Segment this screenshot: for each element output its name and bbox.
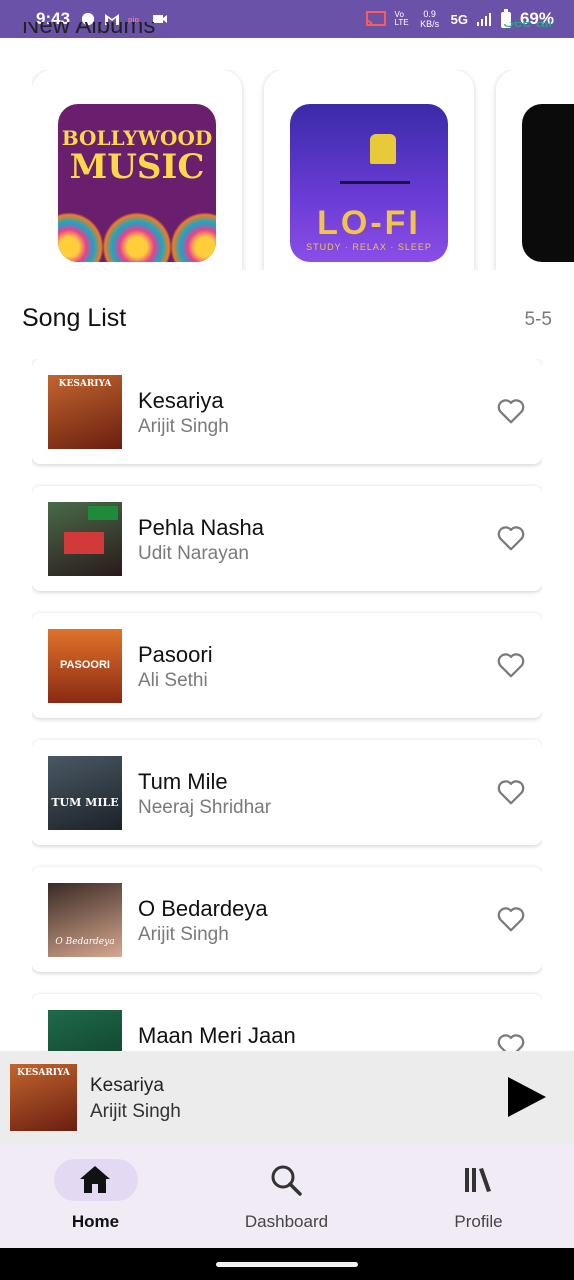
- nav-label-profile: Profile: [454, 1212, 503, 1231]
- song-list[interactable]: KESARIYA Kesariya Arijit Singh Pehla Nas…: [32, 359, 542, 1051]
- bottom-navigation: Home Dashboard Profile: [0, 1144, 574, 1248]
- favorite-heart-icon[interactable]: [496, 905, 526, 933]
- home-icon[interactable]: [77, 1162, 113, 1198]
- song-cover: TUM MILE: [48, 756, 122, 830]
- song-title: Maan Meri Jaan: [138, 1023, 296, 1048]
- song-artist: Ali Sethi: [138, 670, 208, 691]
- signal-icon: [476, 13, 491, 26]
- mandala-pattern-right: [170, 212, 216, 262]
- favorite-heart-icon[interactable]: [496, 778, 526, 806]
- dark-album-art: [522, 104, 574, 262]
- song-cover: KESARIYA: [48, 375, 122, 449]
- album-card-lofi[interactable]: LO-FI STUDY · RELAX · SLEEP: [264, 70, 474, 270]
- mini-player-cover: KESARIYA: [10, 1064, 77, 1131]
- play-icon[interactable]: [506, 1075, 548, 1119]
- mandala-pattern-left: [58, 212, 104, 262]
- mini-player-title: Kesariya: [90, 1075, 164, 1096]
- home-gesture-bar[interactable]: [216, 1262, 358, 1267]
- song-item[interactable]: Maan Meri Jaan: [32, 994, 542, 1051]
- nav-label-dashboard: Dashboard: [244, 1212, 329, 1231]
- song-artist: Neeraj Shridhar: [138, 797, 272, 818]
- albums-section-title: New Albums: [22, 22, 156, 39]
- mandala-pattern: [102, 212, 172, 262]
- song-item[interactable]: PASOORI Pasoori Ali Sethi: [32, 613, 542, 718]
- network-speed: 0.9 KB/s: [420, 9, 440, 29]
- song-cover: O Bedardeya: [48, 883, 122, 957]
- albums-see-all[interactable]: See all: [503, 22, 552, 40]
- song-list-count: 5-5: [524, 309, 552, 330]
- cast-icon: [365, 11, 386, 27]
- song-cover: [48, 1010, 122, 1051]
- nav-home[interactable]: Home: [0, 1144, 191, 1248]
- song-title: Pasoori: [138, 642, 213, 667]
- song-title: O Bedardeya: [138, 896, 268, 921]
- album-card-bollywood[interactable]: BOLLYWOOD MUSIC: [32, 70, 242, 270]
- song-artist: Arijit Singh: [138, 924, 229, 945]
- lofi-person: [370, 134, 396, 164]
- albums-carousel[interactable]: BOLLYWOOD MUSIC LO-FI STUDY · RELAX · SL…: [32, 70, 574, 270]
- album-cover-line2: MUSIC: [69, 147, 205, 187]
- song-item[interactable]: TUM MILE Tum Mile Neeraj Shridhar: [32, 740, 542, 845]
- song-item[interactable]: Pehla Nasha Udit Narayan: [32, 486, 542, 591]
- favorite-heart-icon[interactable]: [496, 524, 526, 552]
- album-cover-title: LO-FI: [317, 204, 421, 242]
- song-item[interactable]: KESARIYA Kesariya Arijit Singh: [32, 359, 542, 464]
- network-type: 5G: [450, 11, 468, 27]
- song-title: Tum Mile: [138, 769, 228, 794]
- mini-player-artist: Arijit Singh: [90, 1101, 181, 1122]
- search-icon[interactable]: [268, 1162, 304, 1198]
- favorite-heart-icon[interactable]: [496, 651, 526, 679]
- album-card-dark[interactable]: [496, 70, 574, 270]
- favorite-heart-icon[interactable]: [496, 397, 526, 425]
- song-artist: Arijit Singh: [138, 416, 229, 437]
- song-list-title: Song List: [22, 304, 127, 332]
- mini-player[interactable]: KESARIYA Kesariya Arijit Singh: [0, 1051, 574, 1144]
- song-artist: Udit Narayan: [138, 543, 249, 564]
- library-icon[interactable]: [460, 1162, 496, 1198]
- lofi-album-art: LO-FI STUDY · RELAX · SLEEP: [290, 104, 448, 262]
- nav-label-home: Home: [71, 1212, 120, 1231]
- nav-dashboard[interactable]: Dashboard: [191, 1144, 382, 1248]
- volte-icon: Vo LTE: [394, 10, 409, 27]
- song-title: Kesariya: [138, 388, 224, 413]
- song-cover: [48, 502, 122, 576]
- system-navigation-bar: [0, 1248, 574, 1280]
- nav-profile[interactable]: Profile: [383, 1144, 574, 1248]
- favorite-heart-icon[interactable]: [496, 1032, 526, 1051]
- album-cover-subtitle: STUDY · RELAX · SLEEP: [306, 242, 432, 252]
- song-item[interactable]: O Bedardeya O Bedardeya Arijit Singh: [32, 867, 542, 972]
- song-title: Pehla Nasha: [138, 515, 264, 540]
- bollywood-album-art: BOLLYWOOD MUSIC: [58, 104, 216, 262]
- song-cover: PASOORI: [48, 629, 122, 703]
- album-cover-line1: BOLLYWOOD: [61, 126, 213, 150]
